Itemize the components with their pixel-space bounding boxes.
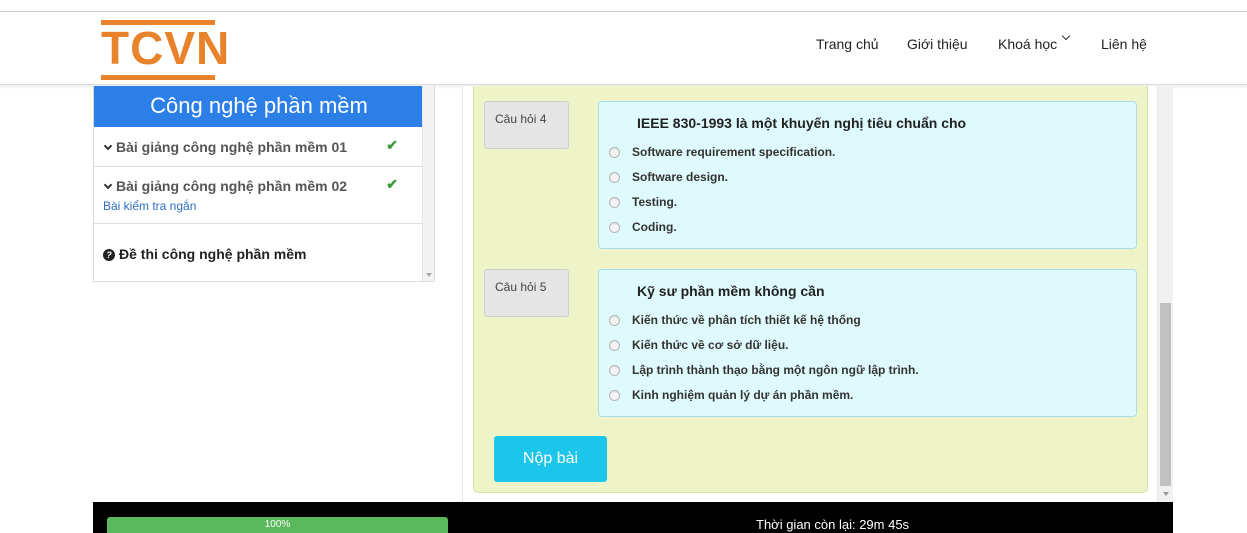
check-icon: ✔ (386, 137, 398, 153)
quiz-scrollbar[interactable] (1157, 86, 1173, 502)
countdown-timer: Thời gian còn lại: 29m 45s (756, 517, 910, 532)
answer-option[interactable]: Lập trình thành thạo bằng một ngôn ngữ l… (609, 362, 919, 378)
answer-option[interactable]: Kiến thức về cơ sở dữ liệu. (609, 337, 788, 353)
sidebar-title: Công nghệ phần mềm (94, 86, 424, 127)
nav-home[interactable]: Trang chủ (816, 36, 879, 56)
scroll-down-arrow-icon[interactable] (426, 273, 432, 277)
question-title: Kỹ sư phần mềm không cần (637, 283, 825, 299)
radio-button[interactable] (609, 146, 620, 158)
nav-courses-label: Khoá học (998, 36, 1058, 52)
radio-button[interactable] (609, 364, 620, 376)
answer-option[interactable]: Software requirement specification. (609, 144, 835, 160)
sidebar-item-lecture-01[interactable]: Bài giảng công nghệ phần mềm 01 ✔ (94, 127, 424, 167)
answer-option[interactable]: Coding. (609, 219, 677, 235)
question-title: IEEE 830-1993 là một khuyến nghị tiêu ch… (637, 115, 967, 131)
caret-down-icon (103, 141, 113, 151)
radio-button[interactable] (609, 171, 620, 183)
sidebar-item-exam[interactable]: ? Đề thi công nghệ phần mềm (94, 224, 424, 281)
nav-contact-label: Liên hệ (1101, 36, 1147, 52)
sidebar-item-lecture-02[interactable]: Bài giảng công nghệ phần mềm 02 ✔ Bài ki… (94, 167, 424, 224)
answer-option[interactable]: Kiến thức về phân tích thiết kế hệ thống (609, 312, 861, 328)
sidebar-item-label: ? Đề thi công nghệ phần mềm (103, 246, 306, 262)
question-card: Kỹ sư phần mềm không cần Kiến thức về ph… (598, 269, 1137, 417)
site-header: TCVN Trang chủ Giới thiệu Khoá học Liên … (0, 12, 1247, 85)
quiz-panel: Câu hỏi 4 IEEE 830-1993 là một khuyến ng… (462, 86, 1173, 502)
check-icon: ✔ (386, 176, 398, 192)
answer-option[interactable]: Kinh nghiệm quản lý dự án phần mềm. (609, 387, 853, 403)
radio-button[interactable] (609, 196, 620, 208)
scrollbar-thumb[interactable] (1160, 303, 1171, 486)
course-sidebar: Công nghệ phần mềm Bài giảng công nghệ p… (93, 86, 435, 282)
answer-option[interactable]: Software design. (609, 169, 728, 185)
question-label: Câu hỏi 5 (484, 269, 569, 317)
caret-down-icon (103, 180, 113, 190)
sidebar-scrollbar[interactable] (422, 86, 434, 281)
radio-button[interactable] (609, 389, 620, 401)
status-bar: 100% Thời gian còn lại: 29m 45s (93, 502, 1173, 533)
chevron-down-icon (1061, 31, 1071, 41)
radio-button[interactable] (609, 339, 620, 351)
nav-home-label: Trang chủ (816, 36, 879, 52)
sidebar-item-label: Bài giảng công nghệ phần mềm 01 (103, 139, 347, 155)
nav-about[interactable]: Giới thiệu (907, 36, 968, 56)
logo-text: TCVN (101, 22, 231, 74)
scroll-down-arrow-icon[interactable] (1163, 492, 1169, 496)
quiz-link[interactable]: Bài kiểm tra ngắn (103, 199, 196, 213)
question-label: Câu hỏi 4 (484, 101, 569, 149)
answer-option[interactable]: Testing. (609, 194, 677, 210)
nav-courses-dropdown[interactable]: Khoá học (998, 31, 1071, 56)
nav-about-label: Giới thiệu (907, 36, 968, 52)
question-circle-icon: ? (103, 249, 115, 261)
question-card: IEEE 830-1993 là một khuyến nghị tiêu ch… (598, 101, 1137, 249)
submit-button[interactable]: Nộp bài (494, 436, 607, 482)
progress-bar: 100% (107, 517, 448, 533)
logo-bottom-bar (101, 75, 215, 80)
radio-button[interactable] (609, 221, 620, 233)
logo[interactable]: TCVN (101, 18, 231, 80)
quiz-content: Câu hỏi 4 IEEE 830-1993 là một khuyến ng… (473, 86, 1148, 493)
radio-button[interactable] (609, 314, 620, 326)
sidebar-item-label: Bài giảng công nghệ phần mềm 02 (103, 178, 347, 194)
nav-contact[interactable]: Liên hệ (1101, 36, 1147, 56)
